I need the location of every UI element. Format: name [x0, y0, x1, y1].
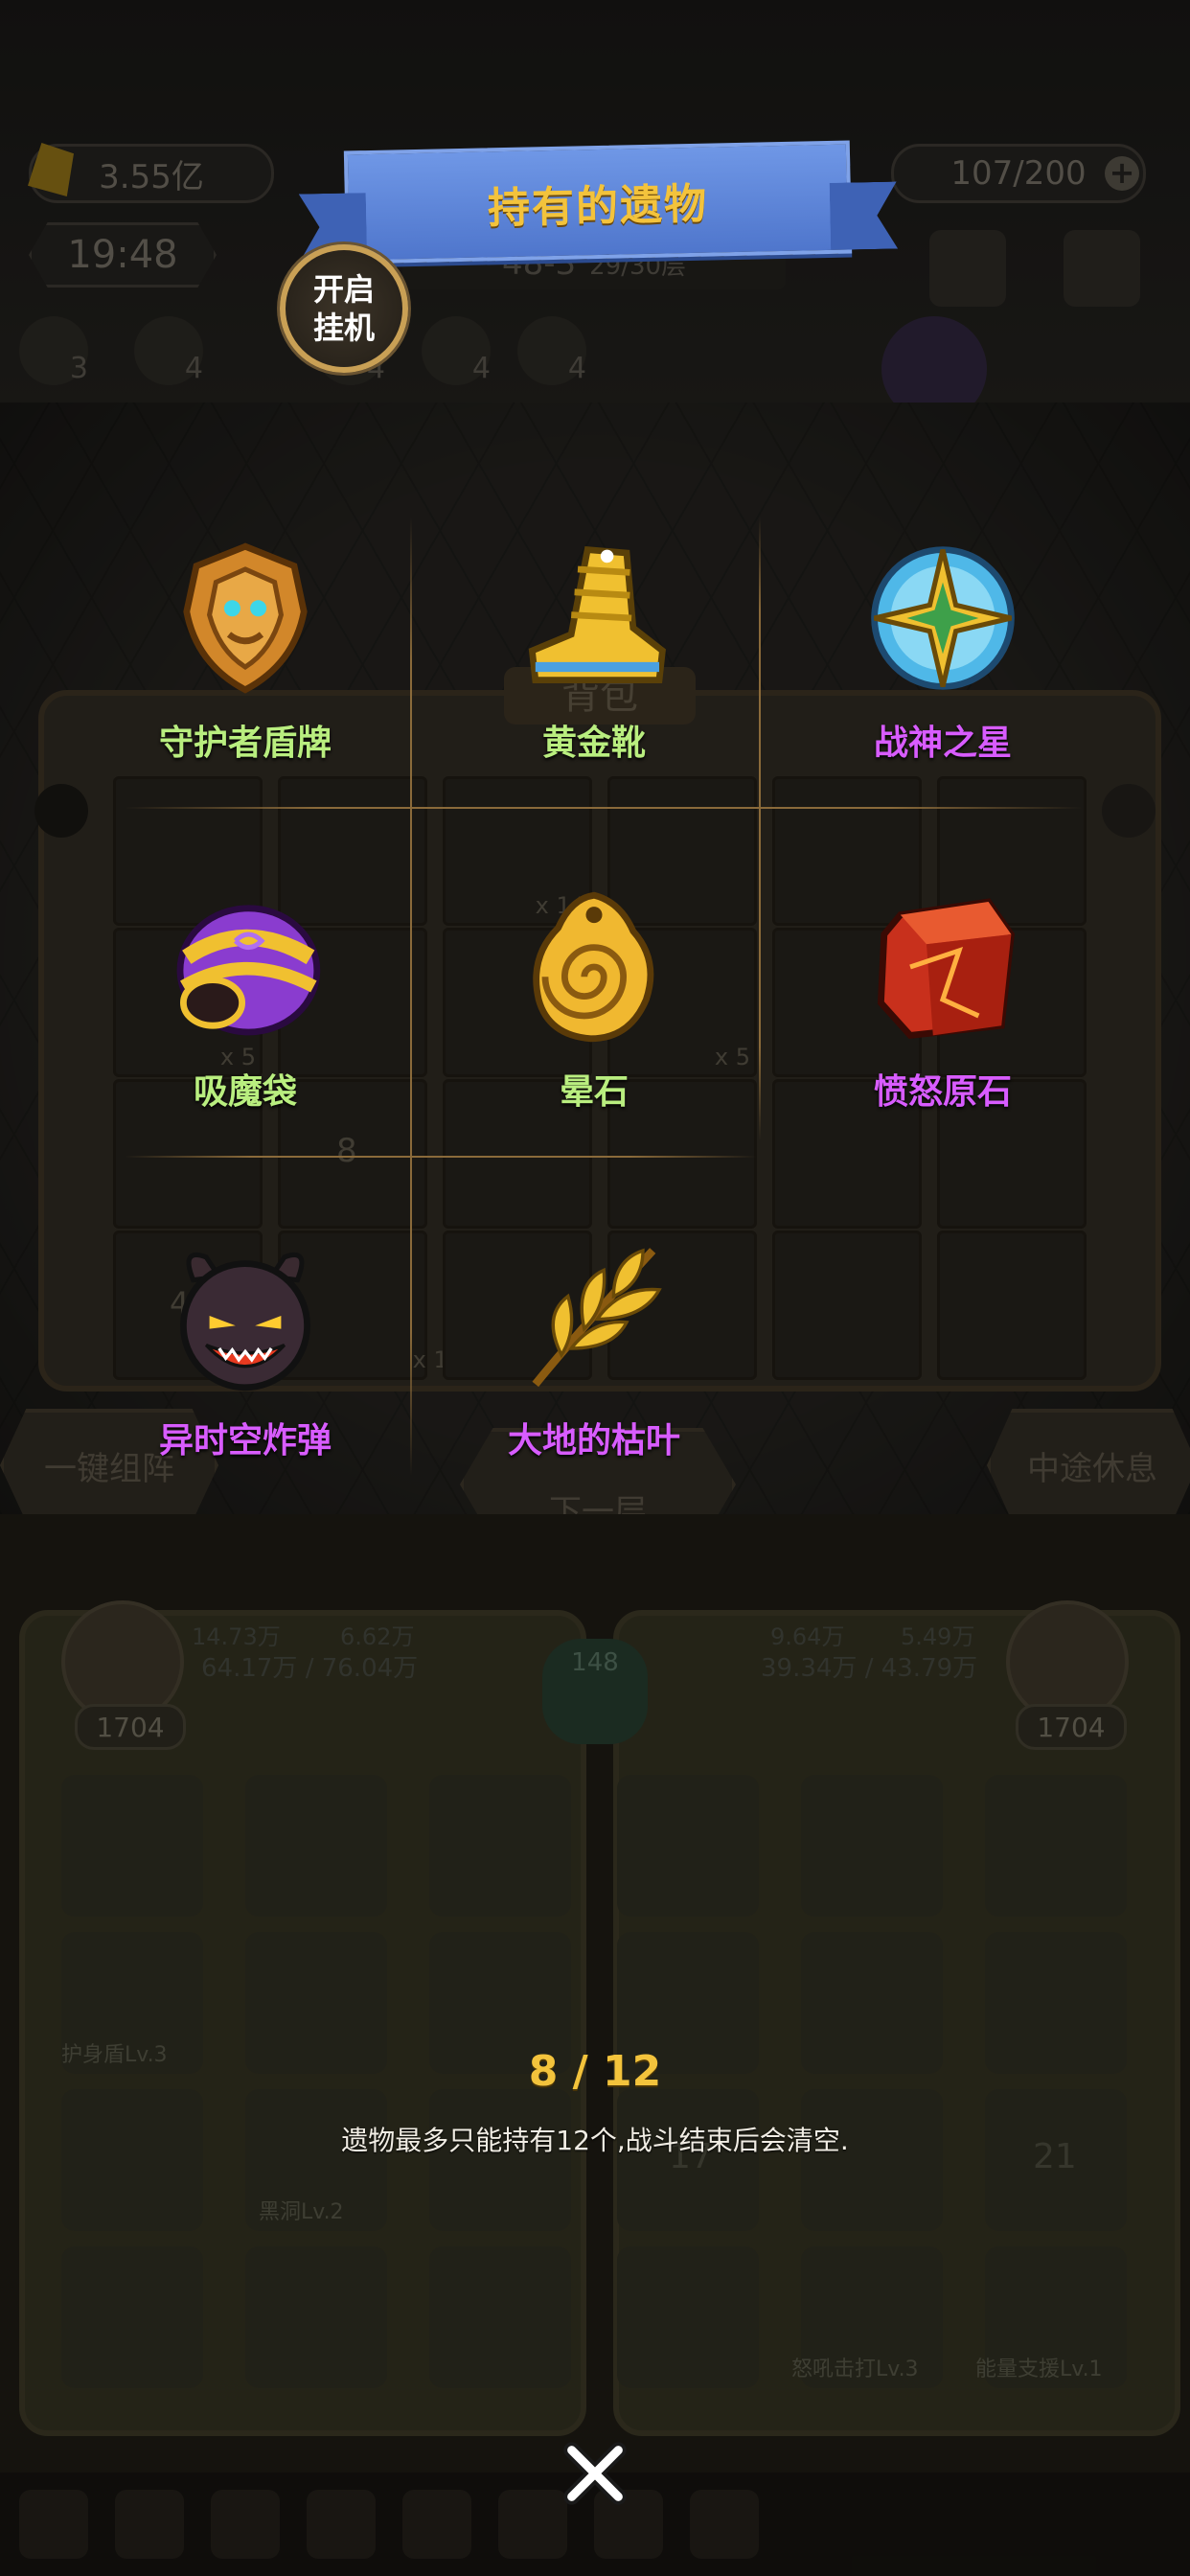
- magic-bag-icon: [176, 905, 321, 1036]
- relic-card[interactable]: 晕石: [422, 866, 767, 1211]
- relic-count: 8 / 12: [528, 2047, 662, 2096]
- close-button[interactable]: [552, 2430, 638, 2517]
- relic-card[interactable]: 吸魔袋: [73, 866, 418, 1211]
- auto-battle-label: 开启 挂机: [312, 271, 375, 346]
- popup-title: 持有的遗物: [487, 179, 709, 234]
- auto-battle-button[interactable]: 开启 挂机: [280, 244, 408, 373]
- golden-boot-icon: [528, 545, 666, 683]
- relic-card[interactable]: 愤怒原石: [770, 866, 1115, 1211]
- relic-card[interactable]: 战神之星: [770, 518, 1115, 862]
- relic-name: 守护者盾牌: [158, 724, 332, 763]
- stun-stone-icon: [533, 891, 654, 1043]
- relic-name: 愤怒原石: [873, 1072, 1012, 1112]
- shield-relic-icon: [183, 542, 308, 694]
- relic-limit-note: 遗物最多只能持有12个,战斗结束后会清空.: [341, 2125, 849, 2156]
- relic-card[interactable]: 黄金靴: [422, 518, 767, 862]
- withered-leaf-icon: [532, 1248, 662, 1388]
- demon-bomb-icon: [180, 1252, 310, 1392]
- relic-name: 晕石: [559, 1072, 629, 1112]
- relic-name: 吸魔袋: [193, 1072, 297, 1112]
- relic-card[interactable]: 大地的枯叶: [422, 1215, 767, 1560]
- relic-card[interactable]: 守护者盾牌: [73, 518, 418, 862]
- close-icon: [563, 2442, 627, 2505]
- relic-name: 战神之星: [873, 724, 1012, 763]
- star-of-war-icon: [871, 546, 1015, 690]
- relic-name: 黄金靴: [541, 724, 646, 763]
- rage-stone-icon: [877, 898, 1015, 1039]
- relic-name: 大地的枯叶: [507, 1421, 680, 1460]
- relic-card[interactable]: 异时空炸弹: [73, 1215, 418, 1560]
- relic-name: 异时空炸弹: [158, 1421, 332, 1460]
- popup-banner: 持有的遗物: [344, 140, 852, 264]
